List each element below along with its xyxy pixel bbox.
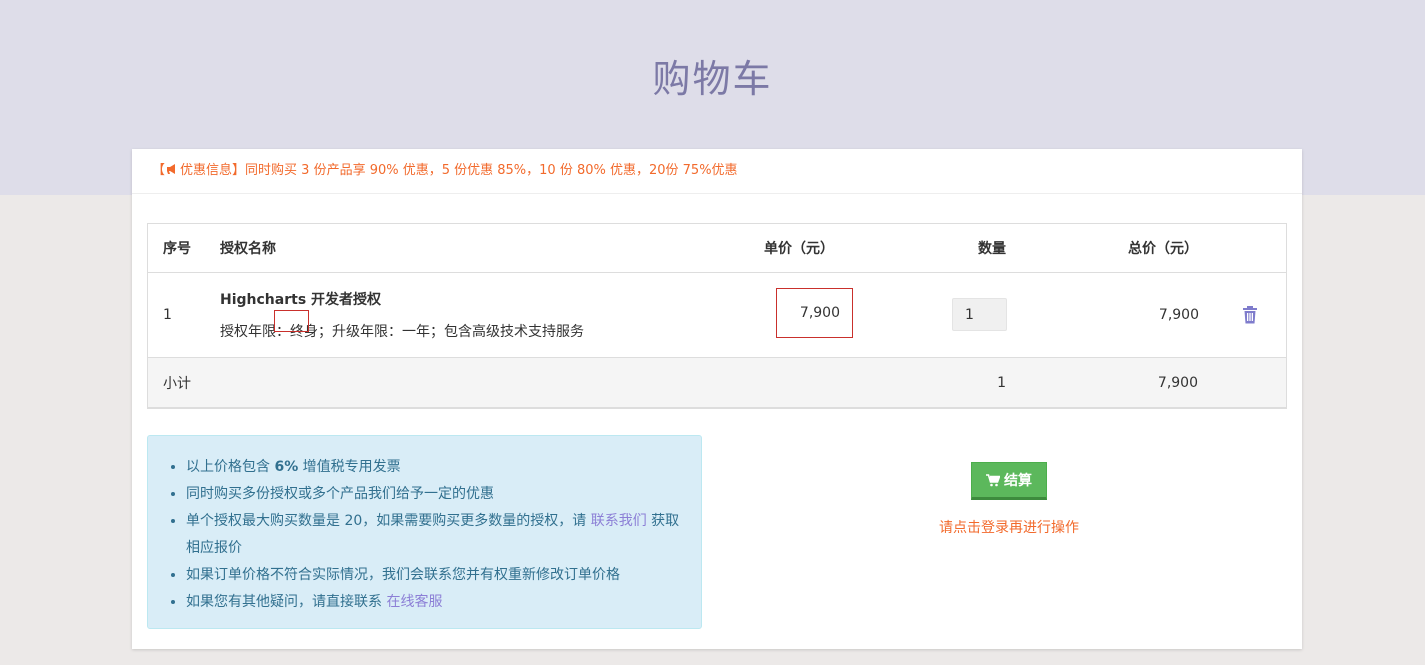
info-item: 以上价格包含 6% 增值税专用发票 bbox=[186, 454, 686, 481]
subtotal-label: 小计 bbox=[163, 375, 191, 392]
info-text: 如果您有其他疑问，请直接联系 bbox=[186, 594, 387, 610]
table-row: 1 Highcharts 开发者授权 授权年限：终身 ；升级年限：一年；包含高级技… bbox=[148, 273, 1286, 358]
login-hint: 请点击登录再进行操作 bbox=[939, 520, 1079, 536]
checkout-button[interactable]: 结算 bbox=[971, 462, 1047, 500]
subtotal-row: 小计 1 7,900 bbox=[148, 358, 1286, 407]
cart-card: 【优惠信息】同时购买 3 份产品享 90% 优惠，5 份优惠 85%，10 份 … bbox=[132, 149, 1302, 649]
contact-us-link[interactable]: 联系我们 bbox=[591, 513, 647, 529]
info-item: 单个授权最大购买数量是 20，如果需要购买更多数量的授权，请 联系我们 获取相应… bbox=[186, 508, 686, 562]
header-qty: 数量 bbox=[978, 241, 1006, 257]
cart-table: 序号 授权名称 单价（元） 数量 总价（元） 1 Highcharts 开发者授… bbox=[147, 223, 1287, 409]
info-item: 如果订单价格不符合实际情况，我们会联系您并有权重新修改订单价格 bbox=[186, 562, 686, 589]
promo-label: 优惠信息】 bbox=[180, 163, 246, 178]
promo-banner: 【优惠信息】同时购买 3 份产品享 90% 优惠，5 份优惠 85%，10 份 … bbox=[132, 149, 1302, 194]
header-name: 授权名称 bbox=[220, 241, 276, 257]
desc-highlight-wrap: ：终身 bbox=[274, 310, 318, 341]
table-header-row: 序号 授权名称 单价（元） 数量 总价（元） bbox=[148, 224, 1286, 273]
product-description: 授权年限：终身 ；升级年限：一年；包含高级技术支持服务 bbox=[220, 310, 584, 341]
megaphone-icon bbox=[167, 164, 176, 174]
info-item: 如果您有其他疑问，请直接联系 在线客服 bbox=[186, 589, 686, 616]
promo-bracket: 【 bbox=[152, 163, 166, 178]
subtotal-total: 7,900 bbox=[1157, 374, 1198, 391]
online-support-link[interactable]: 在线客服 bbox=[386, 594, 442, 610]
item-total: 7,900 bbox=[1158, 307, 1199, 323]
item-name-block: Highcharts 开发者授权 授权年限：终身 ；升级年限：一年；包含高级技术支… bbox=[220, 273, 584, 357]
item-no: 1 bbox=[163, 307, 172, 323]
desc-rest: ；升级年限：一年；包含高级技术支持服务 bbox=[318, 324, 584, 340]
header-price: 单价（元） bbox=[764, 241, 834, 257]
promo-text: 同时购买 3 份产品享 90% 优惠，5 份优惠 85%，10 份 80% 优惠… bbox=[245, 163, 738, 178]
header-no: 序号 bbox=[163, 241, 191, 257]
desc-highlight: ：终身 bbox=[276, 324, 318, 340]
checkout-label: 结算 bbox=[1004, 473, 1032, 489]
page-title: 购物车 bbox=[652, 57, 773, 101]
info-text: 以上价格包含 bbox=[186, 459, 275, 475]
product-title: Highcharts 开发者授权 bbox=[220, 292, 382, 308]
info-notice: 以上价格包含 6% 增值税专用发票 同时购买多份授权或多个产品我们给予一定的优惠… bbox=[147, 435, 702, 629]
quantity-input[interactable] bbox=[952, 298, 1007, 331]
subtotal-qty: 1 bbox=[997, 374, 1006, 391]
unit-price: 7,900 bbox=[776, 288, 853, 338]
unit-price-value: 7,900 bbox=[799, 305, 840, 321]
info-item: 同时购买多份授权或多个产品我们给予一定的优惠 bbox=[186, 481, 686, 508]
trash-icon[interactable] bbox=[1242, 306, 1258, 324]
tax-rate: 6% bbox=[274, 459, 299, 475]
header-total: 总价（元） bbox=[1128, 241, 1198, 257]
info-text: 单个授权最大购买数量是 20，如果需要购买更多数量的授权，请 bbox=[186, 513, 591, 529]
cart-icon bbox=[986, 473, 1000, 486]
desc-prefix: 授权年限 bbox=[220, 324, 276, 340]
info-text: 增值税专用发票 bbox=[298, 459, 401, 475]
